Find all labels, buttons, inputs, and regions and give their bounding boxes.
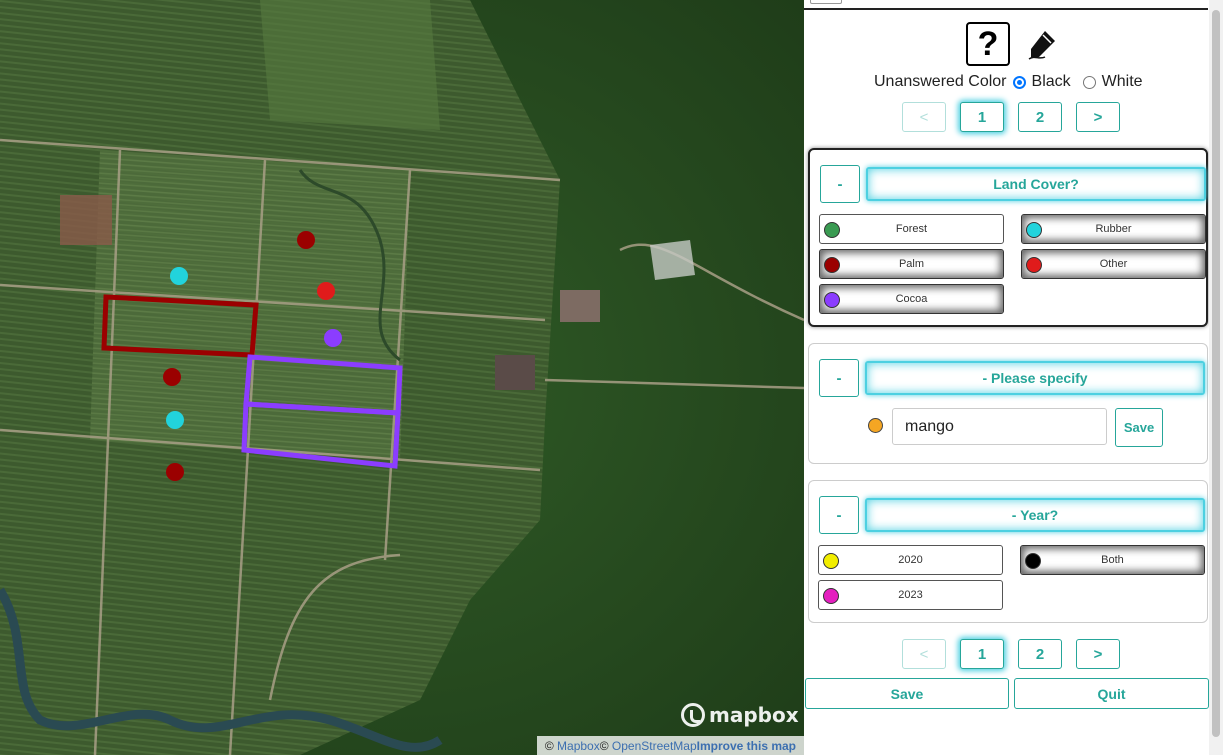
question-title[interactable]: - Year? bbox=[865, 498, 1205, 532]
pen-icon bbox=[1028, 31, 1055, 60]
pager-bottom: < 1 2 > bbox=[902, 639, 1120, 669]
answer-label: Palm bbox=[898, 258, 925, 270]
pager-prev-button[interactable]: < bbox=[902, 639, 946, 669]
answer-color-dot bbox=[823, 553, 839, 569]
plot-outline[interactable] bbox=[101, 294, 259, 358]
plot-outline[interactable] bbox=[241, 401, 401, 469]
unanswered-color-row: Unanswered Color Black White bbox=[874, 73, 1143, 91]
answer-palm[interactable]: Palm bbox=[819, 249, 1004, 279]
answer-forest[interactable]: Forest bbox=[819, 214, 1004, 244]
answer-label: Forest bbox=[895, 223, 928, 235]
pager-top: < 1 2 > bbox=[902, 102, 1120, 132]
answer-color-dot bbox=[824, 257, 840, 273]
save-button[interactable]: Save bbox=[805, 678, 1009, 709]
answer-cocoa[interactable]: Cocoa bbox=[819, 284, 1004, 314]
sample-point[interactable] bbox=[163, 368, 181, 386]
answer-color-dot bbox=[868, 418, 883, 433]
mapbox-logo: mapbox bbox=[681, 703, 799, 727]
sample-point[interactable] bbox=[166, 411, 184, 429]
panel-divider bbox=[804, 8, 1208, 10]
pager-page-2[interactable]: 2 bbox=[1018, 102, 1062, 132]
answer-color-dot bbox=[823, 588, 839, 604]
answer-label: Rubber bbox=[1095, 223, 1132, 235]
sample-point[interactable] bbox=[317, 282, 335, 300]
copyright-symbol: © bbox=[544, 739, 554, 753]
answer-color-dot bbox=[1026, 257, 1042, 273]
answer-color-dot bbox=[1025, 553, 1041, 569]
quit-button[interactable]: Quit bbox=[1014, 678, 1209, 709]
radio-white[interactable] bbox=[1082, 75, 1096, 89]
answer-label: Cocoa bbox=[895, 293, 928, 305]
answer-label: Both bbox=[1101, 554, 1124, 566]
question-card-year: - - Year? 2020 Both 2023 bbox=[808, 480, 1208, 623]
map-attribution: © Mapbox © OpenStreetMap Improve this map bbox=[536, 736, 804, 755]
answer-label: 2023 bbox=[898, 589, 923, 601]
openstreetmap-link[interactable]: OpenStreetMap bbox=[612, 739, 697, 755]
pager-prev-button[interactable]: < bbox=[902, 102, 946, 132]
pager-page-1[interactable]: 1 bbox=[960, 102, 1004, 132]
mapbox-logo-text: mapbox bbox=[709, 703, 799, 727]
draw-button[interactable] bbox=[1022, 24, 1062, 64]
question-header: - Land Cover? bbox=[820, 165, 1206, 203]
question-mark-icon: ? bbox=[977, 24, 999, 63]
question-card-please-specify: - - Please specify Save bbox=[808, 343, 1208, 464]
collapse-button[interactable]: - bbox=[819, 496, 859, 534]
copyright-symbol: © bbox=[599, 739, 609, 753]
sample-point[interactable] bbox=[170, 267, 188, 285]
radio-black-label: Black bbox=[1031, 73, 1071, 90]
radio-black[interactable] bbox=[1012, 75, 1026, 89]
answer-2023[interactable]: 2023 bbox=[818, 580, 1003, 610]
answer-color-dot bbox=[1026, 222, 1042, 238]
answer-color-dot bbox=[824, 222, 840, 238]
specify-save-button[interactable]: Save bbox=[1115, 408, 1163, 447]
radio-white-label: White bbox=[1101, 73, 1143, 90]
answer-label: 2020 bbox=[898, 554, 923, 566]
improve-map-link[interactable]: Improve this map bbox=[697, 739, 796, 755]
tool-row: ? bbox=[966, 22, 1062, 66]
question-header: - - Please specify bbox=[819, 359, 1205, 397]
sample-point[interactable] bbox=[297, 231, 315, 249]
sample-point[interactable] bbox=[166, 463, 184, 481]
answer-2020[interactable]: 2020 bbox=[818, 545, 1003, 575]
pager-page-1[interactable]: 1 bbox=[960, 639, 1004, 669]
pager-page-2[interactable]: 2 bbox=[1018, 639, 1062, 669]
answer-color-dot bbox=[824, 292, 840, 308]
help-button[interactable]: ? bbox=[966, 22, 1010, 66]
answer-both[interactable]: Both bbox=[1020, 545, 1205, 575]
panel-top-tab[interactable] bbox=[810, 0, 842, 4]
sample-point[interactable] bbox=[324, 329, 342, 347]
answer-rubber[interactable]: Rubber bbox=[1021, 214, 1206, 244]
question-title[interactable]: - Please specify bbox=[865, 361, 1205, 395]
map-view[interactable]: mapbox © Mapbox © OpenStreetMap Improve th… bbox=[0, 0, 804, 755]
question-title[interactable]: Land Cover? bbox=[866, 167, 1206, 201]
question-card-land-cover: - Land Cover? Forest Rubber Palm Other C… bbox=[808, 148, 1208, 327]
mapbox-logo-icon bbox=[681, 703, 705, 727]
survey-panel: ? Unanswered Color Black White < 1 2 > -… bbox=[804, 0, 1223, 755]
scrollbar-thumb[interactable] bbox=[1212, 10, 1220, 737]
question-header: - - Year? bbox=[819, 496, 1205, 534]
collapse-button[interactable]: - bbox=[820, 165, 860, 203]
pager-next-button[interactable]: > bbox=[1076, 102, 1120, 132]
answer-other[interactable]: Other bbox=[1021, 249, 1206, 279]
unanswered-color-label: Unanswered Color bbox=[874, 73, 1007, 90]
specify-text-input[interactable] bbox=[892, 408, 1107, 445]
answer-label: Other bbox=[1099, 258, 1128, 270]
collapse-button[interactable]: - bbox=[819, 359, 859, 397]
pager-next-button[interactable]: > bbox=[1076, 639, 1120, 669]
mapbox-link[interactable]: Mapbox bbox=[557, 739, 600, 755]
map-overlay bbox=[101, 231, 403, 481]
